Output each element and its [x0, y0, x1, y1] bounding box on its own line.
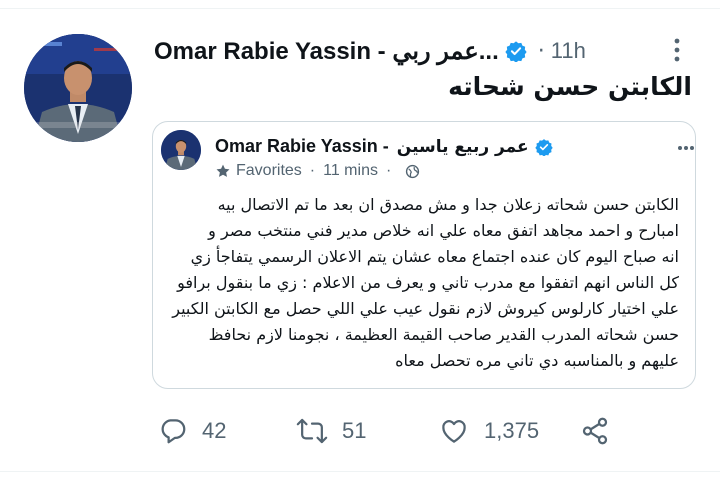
quoted-time[interactable]: 11 mins: [323, 162, 378, 180]
author-avatar[interactable]: [24, 34, 132, 142]
quoted-tweet-card[interactable]: Omar Rabie Yassin - عمر ربيع ياسين Favor…: [152, 121, 696, 389]
quoted-body-line: امبارح و احمد مجاهد اتفق معاه علي انه خل…: [208, 221, 679, 240]
retweet-count: 51: [342, 418, 367, 443]
quoted-author-name-ar[interactable]: عمر ربيع ياسين: [397, 137, 529, 157]
star-icon: [215, 163, 231, 179]
quoted-body-line: انه صباح اليوم كان عنده اجتماع معاه عشان…: [190, 247, 679, 266]
tweet-header: Omar Rabie Yassin - عمر ربي... · 11h: [154, 34, 586, 68]
globe-icon: [405, 164, 420, 179]
bottom-divider: [0, 471, 720, 472]
reply-icon: [158, 416, 188, 446]
quoted-avatar-photo: [161, 130, 201, 170]
reply-button[interactable]: 42: [158, 416, 226, 446]
quoted-body-line: عليهم و بالمناسبه دي تاني مره تحصل معاه: [395, 351, 679, 370]
author-name[interactable]: Omar Rabie Yassin - عمر ربي...: [154, 37, 499, 66]
quoted-author-name[interactable]: Omar Rabie Yassin -: [215, 136, 389, 157]
like-button[interactable]: 1,375: [438, 416, 539, 446]
share-button[interactable]: [580, 416, 610, 446]
retweet-icon: [296, 416, 328, 446]
tweet-text: الكابتن حسن شحاته: [448, 72, 692, 101]
quoted-body-line: حسن شحاته المدرب القدير صاحب القيمة العظ…: [208, 325, 679, 344]
reply-count: 42: [202, 418, 227, 443]
tweet-time[interactable]: 11h: [551, 38, 586, 64]
retweet-button[interactable]: 51: [296, 416, 366, 446]
quoted-author-avatar[interactable]: [161, 130, 201, 170]
quoted-body-line: علي اختيار كارلوس كيروش لازم نقول عيب عل…: [172, 299, 679, 318]
quoted-meta-separator: ·: [309, 162, 316, 179]
quoted-tweet-body: الكابتن حسن شحاته زعلان جدا و مش مصدق ان…: [159, 192, 679, 374]
avatar-photo: [24, 34, 132, 142]
like-count: 1,375: [484, 418, 540, 443]
heart-icon: [438, 416, 470, 446]
quoted-author-row: Omar Rabie Yassin - عمر ربيع ياسين: [215, 136, 553, 157]
header-separator: ·: [537, 38, 545, 64]
quoted-group-label[interactable]: Favorites: [236, 162, 302, 180]
quoted-meta-separator-2: ·: [385, 162, 392, 179]
quoted-body-line: كل الناس انهم اتفقوا مع مدرب تاني و يعرف…: [177, 273, 679, 292]
more-options-icon[interactable]: [672, 37, 682, 63]
share-icon: [580, 416, 610, 446]
quoted-verified-badge-icon: [534, 138, 553, 156]
quoted-meta-row: Favorites · 11 mins ·: [215, 162, 420, 180]
top-divider: [0, 8, 720, 9]
quoted-body-line: الكابتن حسن شحاته زعلان جدا و مش مصدق ان…: [217, 195, 679, 214]
quoted-more-options-icon[interactable]: [677, 136, 695, 150]
verified-badge-icon: [505, 40, 527, 62]
action-bar: 42 51 1,375: [0, 416, 720, 452]
